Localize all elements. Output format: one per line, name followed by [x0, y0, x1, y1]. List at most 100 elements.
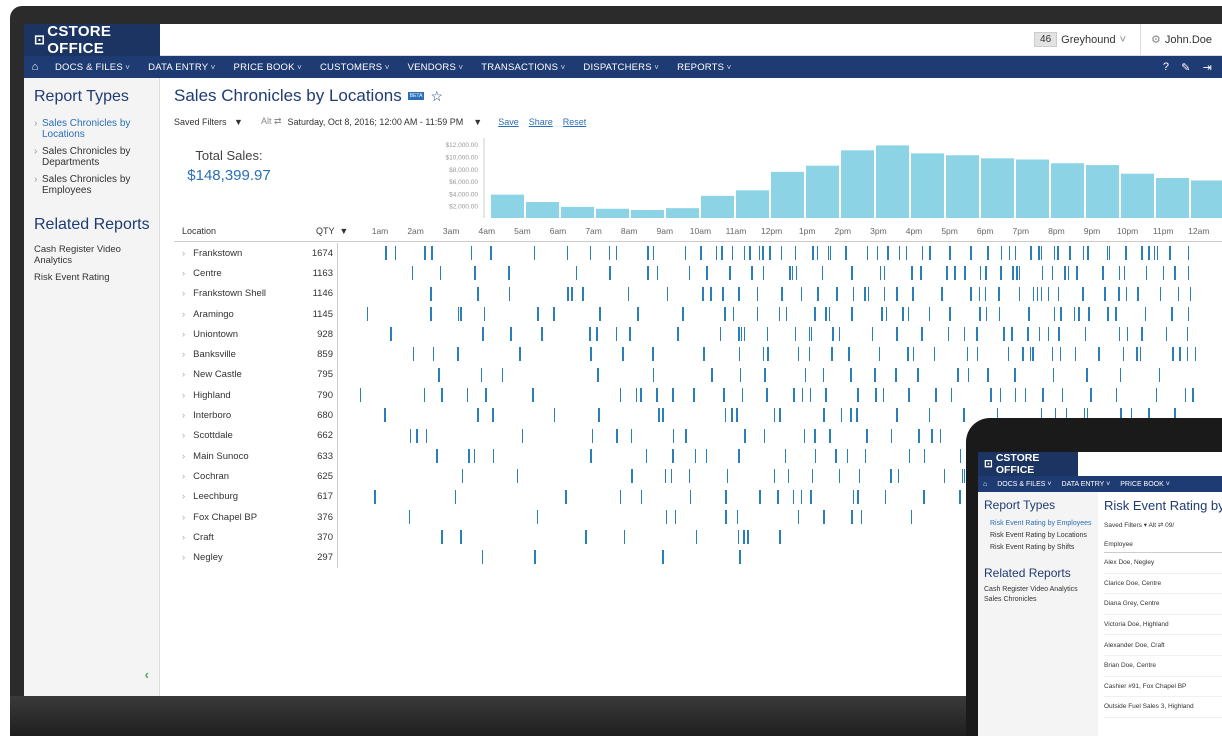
transaction-mark: [743, 530, 745, 545]
bar-12pm[interactable]: [911, 153, 944, 218]
table-row[interactable]: Highland790: [174, 385, 1222, 406]
transaction-mark: [1185, 388, 1186, 403]
transaction-mark: [1145, 306, 1146, 321]
tablet-sidebar: Report Types Risk Event Rating by Employ…: [978, 492, 1098, 736]
location-name[interactable]: Centre: [174, 268, 308, 279]
star-icon[interactable]: ☆: [430, 88, 443, 105]
bar-1am[interactable]: [526, 202, 559, 218]
bar-2pm[interactable]: [981, 158, 1014, 218]
bar-3am[interactable]: [596, 208, 629, 218]
transaction-mark: [884, 286, 885, 301]
nav-item-vendors[interactable]: VENDORS: [399, 62, 473, 73]
transaction-mark: [430, 286, 432, 301]
transaction-mark: [831, 347, 833, 362]
bar-9am[interactable]: [806, 165, 839, 218]
logout-icon[interactable]: ⇥: [1203, 61, 1212, 74]
location-name[interactable]: Uniontown: [174, 329, 308, 340]
bar-7am[interactable]: [736, 190, 769, 218]
alt-toggle[interactable]: Alt ⇄: [261, 116, 282, 127]
transaction-mark: [979, 286, 980, 301]
sidebar-item-2[interactable]: Sales Chronicles by Employees: [34, 174, 159, 196]
nav-item-price-book[interactable]: PRICE BOOK: [225, 62, 311, 73]
table-row[interactable]: New Castle795: [174, 364, 1222, 386]
location-name[interactable]: Craft: [174, 532, 308, 543]
help-icon[interactable]: ?: [1163, 61, 1169, 74]
transaction-mark: [909, 448, 910, 463]
location-name[interactable]: Frankstown: [174, 248, 308, 259]
bar-6pm[interactable]: [1121, 173, 1154, 218]
saved-filters-dropdown[interactable]: Saved Filters ▼: [174, 117, 243, 127]
table-row[interactable]: Frankstown1674: [174, 243, 1222, 264]
store-selector[interactable]: 46 Greyhound ˅: [1034, 24, 1142, 56]
bar-8pm[interactable]: [1191, 180, 1222, 218]
transaction-mark: [890, 469, 892, 484]
nav-item-transactions[interactable]: TRANSACTIONS: [472, 62, 574, 73]
transaction-mark: [767, 327, 768, 342]
column-location[interactable]: Location: [182, 226, 216, 236]
bar-10am[interactable]: [841, 150, 874, 218]
location-name[interactable]: Main Sunoco: [174, 451, 308, 462]
sidebar-item-1[interactable]: Sales Chronicles by Departments: [34, 146, 159, 168]
bar-5pm[interactable]: [1086, 165, 1119, 218]
table-row[interactable]: Aramingo1145: [174, 303, 1222, 325]
bar-4pm[interactable]: [1051, 163, 1084, 218]
location-name[interactable]: Frankstown Shell: [174, 288, 308, 299]
transaction-mark: [817, 246, 818, 260]
bar-1pm[interactable]: [946, 155, 979, 218]
location-name[interactable]: Banksville: [174, 349, 308, 360]
transaction-mark: [1048, 327, 1049, 342]
transaction-mark: [667, 286, 668, 301]
collapse-sidebar-icon[interactable]: ‹: [145, 667, 149, 682]
nav-item-customers[interactable]: CUSTOMERS: [311, 62, 399, 73]
location-name[interactable]: Scottdale: [174, 430, 308, 441]
edit-icon[interactable]: ✎: [1181, 61, 1190, 74]
bar-6am[interactable]: [701, 195, 734, 218]
transaction-mark: [703, 347, 705, 362]
location-name[interactable]: Interboro: [174, 410, 308, 421]
nav-item-docs-files[interactable]: DOCS & FILES: [46, 62, 139, 73]
location-name[interactable]: Fox Chapel BP: [174, 512, 308, 523]
column-qty[interactable]: QTY ▼: [316, 226, 348, 236]
table-row[interactable]: Frankstown Shell1146: [174, 283, 1222, 304]
table-row[interactable]: Centre1163: [174, 263, 1222, 284]
location-name[interactable]: Highland: [174, 390, 308, 401]
date-range-dropdown[interactable]: Saturday, Oct 8, 2016; 12:00 AM - 11:59 …: [288, 117, 483, 127]
reset-link[interactable]: Reset: [563, 117, 587, 127]
transaction-mark: [510, 327, 512, 342]
share-link[interactable]: Share: [529, 117, 553, 127]
location-name[interactable]: Cochran: [174, 471, 308, 482]
bar-5am[interactable]: [666, 208, 699, 218]
transaction-mark: [1169, 246, 1171, 260]
related-report-link[interactable]: Risk Event Rating: [34, 272, 159, 283]
bar-2am[interactable]: [561, 206, 594, 218]
transaction-mark: [741, 327, 742, 342]
bar-4am[interactable]: [631, 210, 664, 218]
transaction-mark: [482, 550, 483, 565]
table-row[interactable]: Banksville859: [174, 344, 1222, 365]
location-name[interactable]: Leechburg: [174, 491, 308, 502]
y-tick-label: $8,000.00: [449, 167, 478, 174]
bar-8am[interactable]: [771, 171, 804, 218]
bar-11am[interactable]: [876, 145, 909, 218]
transaction-mark: [666, 509, 667, 524]
transaction-mark: [759, 489, 761, 504]
table-row[interactable]: Uniontown928: [174, 324, 1222, 345]
save-link[interactable]: Save: [498, 117, 519, 127]
related-report-link[interactable]: Cash Register Video Analytics: [34, 244, 159, 266]
location-name[interactable]: Negley: [174, 552, 308, 563]
hour-tick-label: 4am: [478, 226, 496, 236]
location-name[interactable]: Aramingo: [174, 309, 308, 320]
transaction-mark: [1028, 306, 1030, 321]
user-menu[interactable]: ⚙ John.Doe: [1141, 33, 1222, 47]
nav-item-reports[interactable]: REPORTS: [668, 62, 740, 73]
sidebar-item-0[interactable]: Sales Chronicles by Locations: [34, 118, 159, 140]
nav-item-dispatchers[interactable]: DISPATCHERS: [574, 62, 668, 73]
location-name[interactable]: New Castle: [174, 369, 308, 380]
app-logo[interactable]: ⊡ CSTORE OFFICE: [24, 24, 160, 57]
home-icon[interactable]: ⌂: [24, 61, 46, 73]
transaction-mark: [509, 286, 510, 301]
bar-3pm[interactable]: [1016, 159, 1049, 218]
nav-item-data-entry[interactable]: DATA ENTRY: [139, 62, 224, 73]
bar-12am[interactable]: [491, 194, 524, 218]
bar-7pm[interactable]: [1156, 178, 1189, 218]
